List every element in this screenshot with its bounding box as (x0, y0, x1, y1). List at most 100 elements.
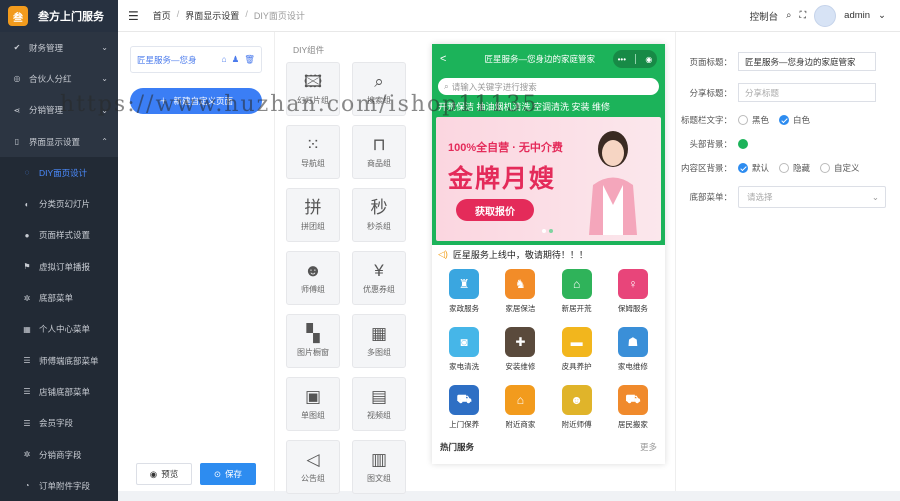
banner-headline: 金牌月嫂 (448, 165, 557, 193)
service-nav-item[interactable]: ✚ 安装维修 (492, 327, 548, 381)
page-title-input[interactable] (738, 52, 876, 71)
service-nav-item[interactable]: ♀ 保姆服务 (605, 269, 661, 323)
component-tile[interactable]: 拼拼团组 (286, 188, 340, 242)
component-tile[interactable]: 秒秒杀组 (352, 188, 406, 242)
header-bg-color-swatch[interactable] (738, 139, 748, 149)
sidebar-item[interactable]: ☰ 会员字段 (0, 407, 118, 439)
preview-search-input[interactable]: ⌕ 请输入关键字进行搜索 (438, 78, 659, 95)
component-icon: 🖾 (303, 71, 323, 91)
sidebar-item[interactable]: ◌ DIY面页设计 (0, 157, 118, 189)
search-icon[interactable]: ⌕ (786, 10, 791, 21)
radio-custom[interactable]: 自定义 (820, 162, 860, 174)
service-label: 家电清洗 (449, 362, 480, 371)
component-panel: DIY组件 🖾 幻灯片组 ⌕ 搜索组 ⁙ 导航组 ⊓ 商品组拼拼团组秒秒杀组 ☻ 师傅组 ¥ 优惠券组… (285, 44, 415, 494)
radio-hidden[interactable]: 隐藏 (779, 162, 810, 174)
hot-services-more[interactable]: 更多 (640, 441, 657, 453)
component-tile[interactable]: ▦ 多图组 (352, 314, 406, 368)
bottom-menu-select[interactable]: 请选择 ⌄ (738, 186, 886, 208)
breadcrumb-separator: / (176, 9, 180, 19)
sidebar-item-label: 分销商字段 (39, 449, 82, 460)
service-nav-item[interactable]: ☗ 家电维修 (605, 327, 661, 381)
component-tile[interactable]: ▣ 单图组 (286, 377, 340, 431)
sidebar-item[interactable]: ✲ 底部菜单 (0, 282, 118, 314)
component-tile[interactable]: ⌕ 搜索组 (352, 62, 406, 116)
sidebar-item[interactable]: ⚑ 虚拟订单播报 (0, 251, 118, 283)
sidebar-item[interactable]: ⋖ 分销管理 ⌄ (0, 95, 118, 126)
sidebar-item[interactable]: ◔ 订单附件字段 (0, 470, 118, 501)
component-tile[interactable]: ⁙ 导航组 (286, 125, 340, 179)
sidebar-item[interactable]: ☰ 师傅端底部菜单 (0, 344, 118, 377)
component-tile[interactable]: 🖾 幻灯片组 (286, 62, 340, 116)
banner-slide[interactable]: 100%全自营 · 无中介费 金牌月嫂 获取报价 (436, 117, 661, 241)
sidebar-item-label: 虚拟订单播报 (39, 261, 91, 272)
component-tile[interactable]: ▥ 图文组 (352, 440, 406, 494)
topbar: ☰ 首页 / 界面显示设置 / DIY面页设计 控制台 ⌕ ⛶ admin ⌄ (118, 0, 900, 32)
avatar[interactable] (814, 4, 837, 27)
component-tile[interactable]: ◁ 公告组 (286, 440, 340, 494)
fullscreen-icon[interactable]: ⛶ (800, 10, 807, 21)
sidebar-item-icon: ◔ (24, 481, 30, 491)
console-link[interactable]: 控制台 (750, 9, 779, 23)
sidebar-item[interactable]: ◐ 分类页幻灯片 (0, 188, 118, 220)
trash-icon[interactable]: 🗑 (244, 54, 255, 65)
notice-bar[interactable]: ◁) 匠星服务上线中，敬请期待！！！ (432, 245, 665, 263)
sidebar-item-label: 订单附件字段 (39, 480, 91, 491)
share-title-input[interactable] (738, 83, 876, 102)
breadcrumb-home[interactable]: 首页 (153, 9, 171, 22)
service-icon: ♀ (617, 269, 648, 299)
preview-header: < 匠星服务—您身边的家庭管家 ••• ◉ (432, 44, 665, 74)
sidebar-item[interactable]: ✔ 财务管理 ⌄ (0, 32, 118, 63)
service-nav-item[interactable]: ⛟ 居民搬家 (605, 385, 661, 439)
component-tile[interactable]: ▤ 视频组 (352, 377, 406, 431)
breadcrumb-display-settings[interactable]: 界面显示设置 (185, 9, 239, 22)
component-label: 幻灯片组 (297, 95, 329, 105)
service-nav-item[interactable]: ⛟ 上门保养 (436, 385, 492, 439)
more-icon[interactable]: ••• (618, 55, 626, 64)
service-icon: ✚ (505, 327, 536, 357)
banner-quote-button[interactable]: 获取报价 (456, 199, 534, 221)
component-tile[interactable]: ☻ 师傅组 (286, 251, 340, 305)
user-name[interactable]: admin (844, 10, 870, 21)
radio-label: 黑色 (752, 115, 770, 125)
component-icon: ◁ (306, 449, 320, 469)
component-tile[interactable]: ⊓ 商品组 (352, 125, 406, 179)
service-nav-item[interactable]: ♞ 家居保洁 (492, 269, 548, 323)
radio-black[interactable]: 黑色 (738, 114, 769, 126)
user-icon[interactable]: ♟ (232, 54, 240, 65)
sidebar-item-icon: ◎ (13, 74, 21, 84)
service-nav-item[interactable]: ⌂ 新居开荒 (549, 269, 605, 323)
back-icon[interactable]: < (440, 53, 446, 65)
sidebar-item[interactable]: ✲ 分销商字段 (0, 438, 118, 471)
service-icon: ♜ (449, 269, 480, 299)
sidebar-item[interactable]: ▦ 个人中心菜单 (0, 313, 118, 345)
page-list-item[interactable]: 匠星服务—您身 ⌂ ♟ 🗑 (130, 46, 262, 73)
service-nav-item[interactable]: ⌂ 附近商家 (492, 385, 548, 439)
radio-default[interactable]: 默认 (738, 162, 769, 174)
preview-title: 匠星服务—您身边的家庭管家 (484, 54, 595, 64)
sidebar-item-icon: ☰ (23, 356, 31, 366)
component-tile[interactable]: ▚ 图片橱窗 (286, 314, 340, 368)
sidebar-item[interactable]: ◎ 合伙人分红 ⌄ (0, 63, 118, 94)
home-icon[interactable]: ⌂ (221, 54, 226, 65)
new-page-button[interactable]: ＋ 新建自定义页面 (130, 88, 262, 114)
save-button[interactable]: ⊙ 保存 (200, 463, 256, 485)
radio-label: 白色 (793, 115, 811, 125)
chevron-down-icon[interactable]: ⌄ (878, 10, 886, 21)
close-icon[interactable]: ◉ (645, 55, 652, 64)
sidebar-item-label: 分销管理 (29, 105, 64, 116)
service-nav-item[interactable]: ☻ 附近师傅 (549, 385, 605, 439)
sidebar-item[interactable]: ▯ 界面显示设置 ⌃ (0, 126, 118, 157)
sidebar-item[interactable]: ☰ 店铺底部菜单 (0, 376, 118, 408)
preview-button[interactable]: ◉ 预览 (136, 463, 192, 485)
hot-keywords[interactable]: 开荒保洁 抽油烟机清洗 空调清洗 安装 维修 (432, 98, 665, 117)
menu-toggle-icon[interactable]: ☰ (128, 9, 139, 23)
sidebar-item-icon: ◌ (24, 168, 30, 178)
radio-white[interactable]: 白色 (779, 114, 810, 126)
service-nav-item[interactable]: ◙ 家电清洗 (436, 327, 492, 381)
service-nav-item[interactable]: ▬ 皮具养护 (549, 327, 605, 381)
component-icon: ⊓ (372, 134, 386, 154)
component-tile[interactable]: ¥ 优惠券组 (352, 251, 406, 305)
sidebar-item-icon: ▦ (23, 324, 31, 334)
sidebar-item[interactable]: ● 页面样式设置 (0, 219, 118, 252)
service-nav-item[interactable]: ♜ 家政服务 (436, 269, 492, 323)
